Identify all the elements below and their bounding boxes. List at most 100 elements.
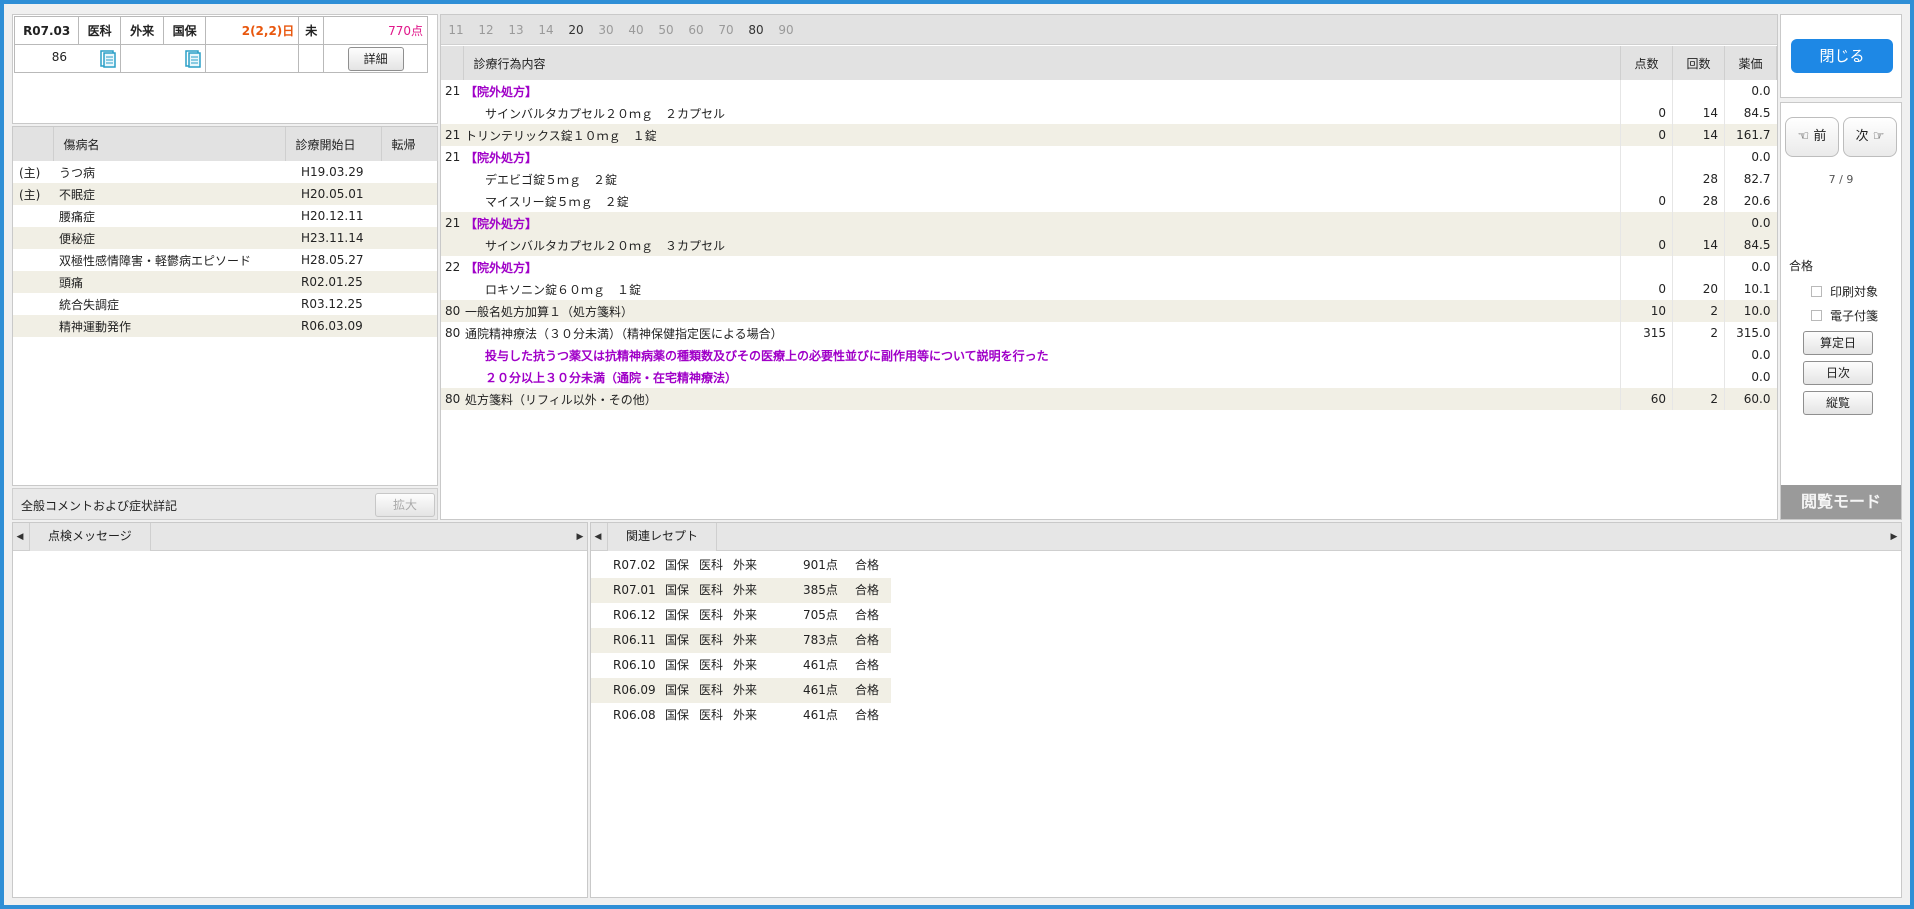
treatment-col-price[interactable]: 薬価 (1724, 46, 1777, 80)
number-tab[interactable]: 50 (651, 15, 681, 45)
related-points: 901点 (803, 558, 838, 572)
treatment-row[interactable]: ロキソニン錠６０ｍｇ １錠 0 20 10.1 (441, 278, 1777, 300)
number-tab[interactable]: 90 (771, 15, 801, 45)
number-tab[interactable]: 30 (591, 15, 621, 45)
treatment-row[interactable]: 22 【院外処方】 0.0 (441, 256, 1777, 278)
treatment-price: 0.0 (1724, 344, 1777, 366)
disease-row[interactable]: 便秘症 H23.11.14 (13, 227, 437, 249)
detail-button[interactable]: 詳細 (347, 46, 404, 71)
tab-scroll-right-icon[interactable]: ▶ (573, 523, 587, 551)
related-receipt-row[interactable]: R07.02 国保 医科 外来 901点 合格 (591, 553, 891, 578)
treatment-points: 10 (1620, 300, 1673, 322)
disease-row[interactable]: (主) うつ病 H19.03.29 (13, 161, 437, 183)
close-button[interactable]: 閉じる (1791, 39, 1893, 73)
related-points: 705点 (803, 608, 838, 622)
related-ins: 国保 (665, 708, 690, 722)
treatment-col-count[interactable]: 回数 (1672, 46, 1725, 80)
page-indicator: 7 / 9 (1828, 173, 1854, 186)
related-receipt-row[interactable]: R06.12 国保 医科 外来 705点 合格 (591, 603, 891, 628)
treatment-row[interactable]: サインバルタカプセル２０ｍｇ ２カプセル 0 14 84.5 (441, 102, 1777, 124)
disease-row[interactable]: 統合失調症 R03.12.25 (13, 293, 437, 315)
disease-outcome (381, 315, 437, 337)
next-button[interactable]: 次 ☞ (1843, 117, 1897, 157)
treatment-code (441, 278, 463, 300)
disease-row[interactable]: 腰痛症 H20.12.11 (13, 205, 437, 227)
print-target-checkbox[interactable]: 印刷対象 (1811, 283, 1878, 300)
related-points: 461点 (803, 683, 838, 697)
tab-scroll-left-icon[interactable]: ◀ (13, 523, 27, 551)
treatment-row[interactable]: マイスリー錠５ｍｇ ２錠 0 28 20.6 (441, 190, 1777, 212)
treatment-code: 80 (441, 300, 463, 322)
calc-day-button[interactable]: 算定日 (1803, 331, 1873, 355)
related-type: 外来 (733, 708, 758, 722)
treatment-col-points[interactable]: 点数 (1620, 46, 1673, 80)
document-icon[interactable] (100, 49, 116, 68)
related-receipt-row[interactable]: R06.08 国保 医科 外来 461点 合格 (591, 703, 891, 728)
number-tab[interactable]: 80 (741, 15, 771, 45)
disease-start-date: R02.01.25 (285, 271, 381, 293)
number-tab[interactable]: 13 (501, 15, 531, 45)
disease-row[interactable]: (主) 不眠症 H20.05.01 (13, 183, 437, 205)
treatment-row[interactable]: 21 【院外処方】 0.0 (441, 146, 1777, 168)
treatment-count: 14 (1672, 102, 1725, 124)
e-attach-checkbox[interactable]: 電子付箋 (1811, 307, 1878, 324)
number-tab[interactable]: 20 (561, 15, 591, 45)
disease-col-outcome[interactable]: 転帰 (381, 127, 438, 161)
number-tab[interactable]: 60 (681, 15, 711, 45)
disease-row[interactable]: 頭痛 R02.01.25 (13, 271, 437, 293)
number-tab[interactable]: 40 (621, 15, 651, 45)
expand-button[interactable]: 拡大 (375, 493, 435, 517)
tab-scroll-left-icon[interactable]: ◀ (591, 523, 605, 551)
related-receipt-row[interactable]: R06.10 国保 医科 外来 461点 合格 (591, 653, 891, 678)
related-receipt-row[interactable]: R07.01 国保 医科 外来 385点 合格 (591, 578, 891, 603)
treatment-points: 60 (1620, 388, 1673, 410)
treatment-row[interactable]: デエビゴ錠５ｍｇ ２錠 28 82.7 (441, 168, 1777, 190)
treatment-col-content[interactable]: 診療行為内容 (463, 46, 1621, 80)
checkbox-box[interactable] (1811, 286, 1822, 297)
treatment-row[interactable]: 80 通院精神療法（３０分未満）（精神保健指定医による場合） 315 2 315.0 (441, 322, 1777, 344)
vertical-view-button[interactable]: 縦覧 (1803, 391, 1873, 415)
number-tab[interactable]: 14 (531, 15, 561, 45)
treatment-points (1620, 344, 1673, 366)
treatment-row[interactable]: ２０分以上３０分未満（通院・在宅精神療法） 0.0 (441, 366, 1777, 388)
disease-col-date[interactable]: 診療開始日 (285, 127, 382, 161)
document-icon[interactable] (185, 49, 201, 68)
related-ins: 国保 (665, 658, 690, 672)
disease-row[interactable]: 双極性感情障害・軽鬱病エピソード H28.05.27 (13, 249, 437, 271)
tab-scroll-right-icon[interactable]: ▶ (1887, 523, 1901, 551)
tab-related-receipts[interactable]: 関連レセプト (607, 523, 718, 551)
disease-start-date: R06.03.09 (285, 315, 381, 337)
related-month: R06.11 (613, 633, 656, 647)
treatment-code: 21 (441, 124, 463, 146)
treatment-price: 0.0 (1724, 256, 1777, 278)
number-tab[interactable]: 70 (711, 15, 741, 45)
related-type: 外来 (733, 658, 758, 672)
treatment-row[interactable]: 21 【院外処方】 0.0 (441, 80, 1777, 102)
treatment-row[interactable]: 投与した抗うつ薬又は抗精神病薬の種類数及びその医療上の必要性並びに副作用等につい… (441, 344, 1777, 366)
treatment-content: 処方箋料（リフィル以外・その他） (463, 388, 1621, 410)
related-receipt-row[interactable]: R06.09 国保 医科 外来 461点 合格 (591, 678, 891, 703)
related-receipt-row[interactable]: R06.11 国保 医科 外来 783点 合格 (591, 628, 891, 653)
disease-row[interactable]: 精神運動発作 R06.03.09 (13, 315, 437, 337)
treatment-code: 22 (445, 260, 461, 274)
tab-check-messages[interactable]: 点検メッセージ (29, 523, 151, 551)
treatment-row[interactable]: 21 トリンテリックス錠１０ｍｇ １錠 0 14 161.7 (441, 124, 1777, 146)
related-dept: 医科 (699, 608, 724, 622)
number-tab[interactable]: 12 (471, 15, 501, 45)
treatment-price: 84.5 (1724, 102, 1777, 124)
checkbox-box[interactable] (1811, 310, 1822, 321)
number-tab[interactable]: 11 (441, 15, 471, 45)
treatment-row[interactable]: 80 処方箋料（リフィル以外・その他） 60 2 60.0 (441, 388, 1777, 410)
daily-button[interactable]: 日次 (1803, 361, 1873, 385)
prev-button[interactable]: ☜ 前 (1785, 117, 1839, 157)
treatment-row[interactable]: 80 一般名処方加算１（処方箋料） 10 2 10.0 (441, 300, 1777, 322)
treatment-code: 21 (445, 150, 461, 164)
treatment-points (1620, 256, 1673, 278)
treatment-row[interactable]: サインバルタカプセル２０ｍｇ ３カプセル 0 14 84.5 (441, 234, 1777, 256)
treatment-row[interactable]: 21 【院外処方】 0.0 (441, 212, 1777, 234)
treatment-content: サインバルタカプセル２０ｍｇ ２カプセル (485, 106, 726, 121)
disease-col-name[interactable]: 傷病名 (53, 127, 286, 161)
related-month: R06.08 (613, 708, 656, 722)
header-points: 770点 (323, 16, 428, 45)
treatment-count (1672, 212, 1725, 234)
